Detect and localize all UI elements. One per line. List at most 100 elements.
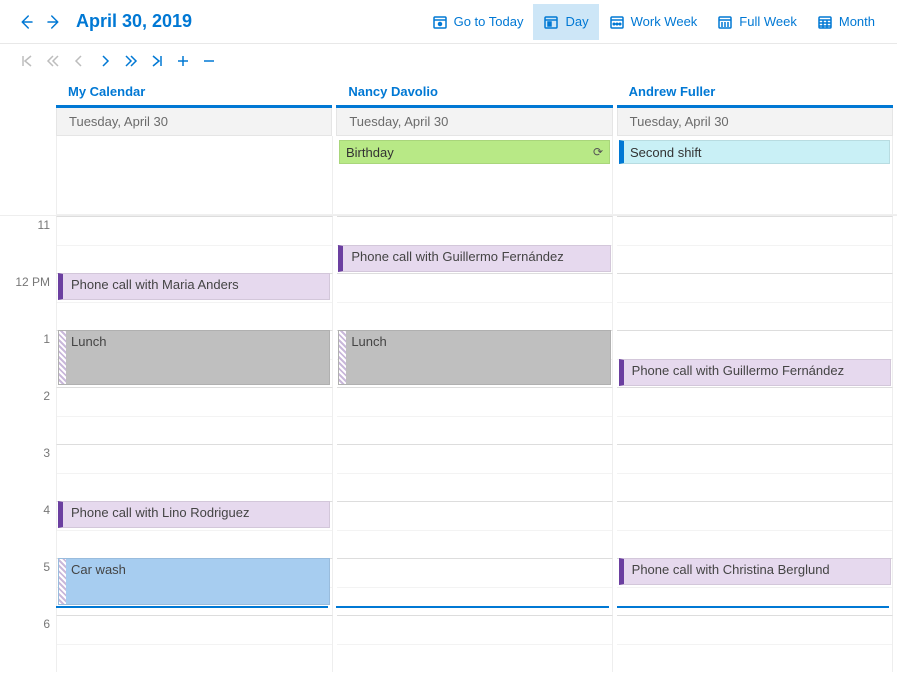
hour-label: 3 [0, 444, 56, 501]
event-title: Birthday [346, 145, 394, 160]
hour-label: 5 [0, 558, 56, 615]
event-lino[interactable]: Phone call with Lino Rodriguez [58, 501, 330, 528]
view-day-button[interactable]: Day [533, 4, 598, 40]
calendar-header: Andrew Fuller Tuesday, April 30 [617, 78, 893, 136]
remove-resource-button[interactable] [198, 50, 220, 72]
next-page-button[interactable] [120, 50, 142, 72]
hour-label: 1 [0, 330, 56, 387]
tentative-stripe [59, 331, 66, 384]
chevron-first-icon [20, 54, 34, 68]
event-title: Phone call with Guillermo Fernández [632, 363, 844, 378]
hour-label: 6 [0, 615, 56, 672]
view-fullweek-label: Full Week [739, 14, 797, 29]
calendar-name[interactable]: Nancy Davolio [336, 78, 612, 105]
hour-label: 11 [0, 216, 56, 273]
event-guillermo[interactable]: Phone call with Guillermo Fernández [619, 359, 891, 386]
allday-event-shift[interactable]: Second shift [619, 140, 890, 164]
chevron-left-icon [72, 54, 86, 68]
time-cell[interactable] [617, 444, 893, 501]
time-cell[interactable] [337, 444, 613, 501]
first-resource-button[interactable] [16, 50, 38, 72]
event-carwash[interactable]: Car wash [58, 558, 330, 605]
topbar: April 30, 2019 Go to Today Day Work Week… [0, 0, 897, 44]
view-month-button[interactable]: Month [807, 4, 885, 40]
calendar-today-icon [432, 14, 448, 30]
event-title: Phone call with Christina Berglund [632, 562, 830, 577]
event-title: Phone call with Lino Rodriguez [71, 505, 250, 520]
calendar-name[interactable]: Andrew Fuller [617, 78, 893, 105]
minus-icon [202, 54, 216, 68]
time-cell[interactable] [337, 615, 613, 672]
arrow-right-icon [45, 13, 63, 31]
event-title: Second shift [630, 145, 702, 160]
allday-row: Birthday ⟳ Second shift [56, 136, 897, 215]
date-title: April 30, 2019 [76, 11, 192, 32]
event-title: Lunch [71, 334, 106, 349]
event-lunch[interactable]: Lunch [338, 330, 610, 385]
chevron-double-left-icon [46, 54, 60, 68]
plus-icon [176, 54, 190, 68]
view-workweek-button[interactable]: Work Week [599, 4, 708, 40]
event-title: Phone call with Maria Anders [71, 277, 239, 292]
time-cell[interactable] [617, 387, 893, 444]
calendar-month-icon [817, 14, 833, 30]
event-maria[interactable]: Phone call with Maria Anders [58, 273, 330, 300]
calendar-date: Tuesday, April 30 [56, 108, 332, 136]
calendar-date: Tuesday, April 30 [336, 108, 612, 136]
view-day-label: Day [565, 14, 588, 29]
chevron-right-icon [98, 54, 112, 68]
add-resource-button[interactable] [172, 50, 194, 72]
allday-event-birthday[interactable]: Birthday ⟳ [339, 140, 610, 164]
prev-page-button[interactable] [42, 50, 64, 72]
arrow-left-icon [17, 13, 35, 31]
prev-date-button[interactable] [12, 8, 40, 36]
time-cell[interactable] [337, 558, 613, 615]
time-cell[interactable] [56, 615, 333, 672]
time-cell[interactable] [337, 387, 613, 444]
hour-label: 12 PM [0, 273, 56, 330]
chevron-last-icon [150, 54, 164, 68]
chevron-double-right-icon [124, 54, 138, 68]
event-title: Car wash [71, 562, 126, 577]
event-title: Lunch [351, 334, 386, 349]
time-cell[interactable] [56, 216, 333, 273]
calendar-name[interactable]: My Calendar [56, 78, 332, 105]
hour-label: 2 [0, 387, 56, 444]
time-cell[interactable] [617, 615, 893, 672]
last-resource-button[interactable] [146, 50, 168, 72]
view-month-label: Month [839, 14, 875, 29]
time-cell[interactable] [617, 501, 893, 558]
event-guillermo[interactable]: Phone call with Guillermo Fernández [338, 245, 610, 272]
recurrence-icon: ⟳ [593, 145, 603, 159]
calendar-day-icon [543, 14, 559, 30]
resource-nav-toolbar [0, 44, 897, 78]
allday-cell[interactable]: Second shift [617, 136, 893, 214]
go-to-today-button[interactable]: Go to Today [422, 4, 534, 40]
time-cell[interactable] [337, 273, 613, 330]
hour-label: 4 [0, 501, 56, 558]
view-fullweek-button[interactable]: Full Week [707, 4, 807, 40]
next-resource-button[interactable] [94, 50, 116, 72]
tentative-stripe [59, 559, 66, 604]
time-cell[interactable] [337, 501, 613, 558]
calendar-fullweek-icon [717, 14, 733, 30]
event-lunch[interactable]: Lunch [58, 330, 330, 385]
prev-resource-button[interactable] [68, 50, 90, 72]
calendar-header: My Calendar Tuesday, April 30 [56, 78, 332, 136]
calendar-workweek-icon [609, 14, 625, 30]
time-cell[interactable] [617, 216, 893, 273]
go-to-today-label: Go to Today [454, 14, 524, 29]
view-workweek-label: Work Week [631, 14, 698, 29]
calendar-date: Tuesday, April 30 [617, 108, 893, 136]
event-christina[interactable]: Phone call with Christina Berglund [619, 558, 891, 585]
calendar-headers: My Calendar Tuesday, April 30 Nancy Davo… [56, 78, 897, 136]
tentative-stripe [339, 331, 346, 384]
event-title: Phone call with Guillermo Fernández [351, 249, 563, 264]
time-cell[interactable] [617, 273, 893, 330]
time-cell[interactable] [56, 444, 333, 501]
next-date-button[interactable] [40, 8, 68, 36]
allday-cell[interactable]: Birthday ⟳ [337, 136, 613, 214]
time-grid: 11 12 PM 1 2 3 4 5 6 Phone call with Mar… [0, 215, 897, 680]
allday-cell[interactable] [56, 136, 333, 214]
time-cell[interactable] [56, 387, 333, 444]
